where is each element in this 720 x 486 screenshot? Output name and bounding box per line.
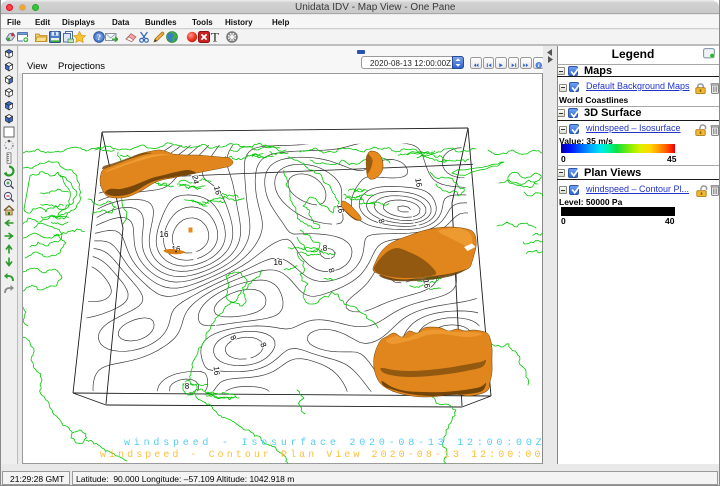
svg-text:windspeed - Isosurface 2020-08: windspeed - Isosurface 2020-08-13 12:00:… bbox=[124, 437, 543, 449]
svg-text:T: T bbox=[211, 31, 219, 43]
svg-text:16: 16 bbox=[212, 366, 222, 376]
svg-text:?: ? bbox=[97, 33, 101, 42]
svg-text:16: 16 bbox=[160, 230, 169, 239]
svg-text:8: 8 bbox=[258, 341, 268, 349]
svg-text:8: 8 bbox=[185, 382, 190, 391]
svg-text:8: 8 bbox=[323, 244, 328, 253]
svg-text:windspeed - Contour Plan View: windspeed - Contour Plan View 2020-08-13… bbox=[100, 449, 543, 461]
svg-text:16: 16 bbox=[413, 177, 424, 188]
svg-text:24: 24 bbox=[190, 174, 201, 185]
svg-text:16: 16 bbox=[274, 258, 283, 267]
svg-text:8: 8 bbox=[326, 267, 336, 274]
